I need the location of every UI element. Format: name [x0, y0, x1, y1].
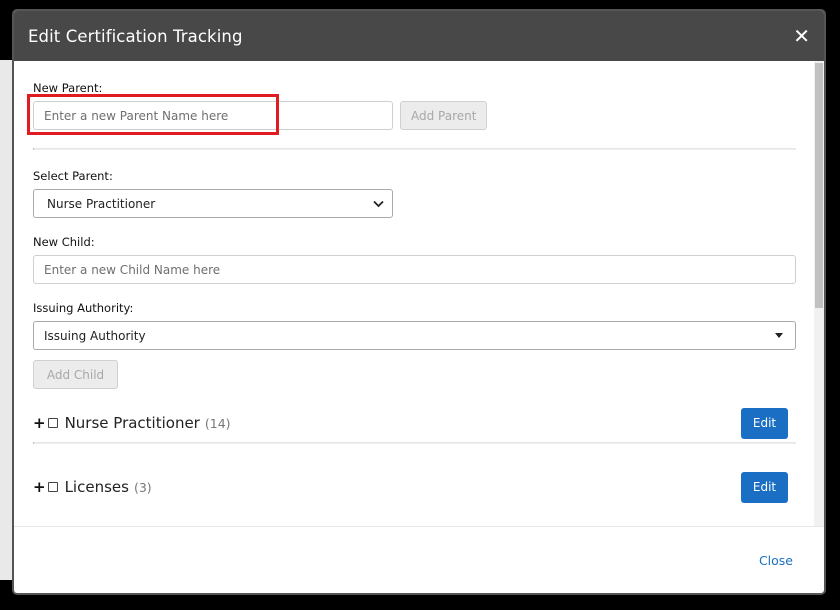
new-parent-section: New Parent: Add Parent [33, 61, 796, 130]
modal-scrollbar[interactable] [814, 61, 824, 526]
new-parent-input[interactable] [33, 101, 393, 130]
edit-button[interactable]: Edit [741, 407, 788, 439]
select-parent-dropdown[interactable]: Nurse Practitioner [33, 189, 393, 218]
tree-item-licenses: + Licenses (3) Edit [33, 468, 796, 506]
tree-item-checkbox[interactable] [47, 418, 58, 428]
new-child-input[interactable] [33, 255, 796, 284]
close-button[interactable]: Close [759, 553, 793, 568]
close-icon[interactable]: ✕ [793, 26, 810, 46]
issuing-authority-section: Issuing Authority: Issuing Authority Add… [33, 284, 796, 389]
tree-item-count: (3) [133, 479, 152, 495]
new-child-section: New Child: [33, 218, 796, 284]
edit-certification-modal: Edit Certification Tracking ✕ New Parent… [14, 11, 824, 593]
tree-item-nurse-practitioner: + Nurse Practitioner (14) Edit [33, 404, 796, 442]
add-parent-button[interactable]: Add Parent [400, 101, 488, 130]
modal-title: Edit Certification Tracking [28, 26, 243, 46]
background-page-edge [0, 60, 14, 580]
modal-header: Edit Certification Tracking ✕ [14, 11, 824, 61]
issuing-authority-value: Issuing Authority [44, 328, 146, 343]
tree-item-count: (14) [204, 415, 231, 431]
select-parent-value: Nurse Practitioner [47, 196, 156, 211]
tree-divider [33, 442, 796, 444]
plus-icon[interactable]: + [33, 414, 46, 432]
tree-item-name: Nurse Practitioner [64, 414, 200, 432]
select-parent-label: Select Parent: [33, 169, 113, 183]
tree-item-name: Licenses [64, 478, 129, 496]
add-child-button[interactable]: Add Child [33, 360, 118, 389]
issuing-authority-dropdown[interactable]: Issuing Authority [33, 321, 796, 350]
new-child-label: New Child: [33, 235, 95, 249]
issuing-authority-label: Issuing Authority: [33, 301, 134, 315]
select-parent-section: Select Parent: Nurse Practitioner [33, 150, 796, 218]
new-parent-label: New Parent: [33, 81, 103, 95]
edit-button[interactable]: Edit [741, 471, 788, 503]
certification-tree: + Nurse Practitioner (14) Edit + License… [33, 389, 796, 506]
tree-item-checkbox[interactable] [47, 482, 58, 492]
caret-down-icon [775, 333, 783, 338]
modal-body: New Parent: Add Parent Select Parent: Nu… [14, 61, 824, 526]
modal-footer: Close [14, 526, 824, 593]
plus-icon[interactable]: + [33, 478, 46, 496]
chevron-down-icon [373, 200, 384, 207]
scrollbar-thumb[interactable] [815, 63, 823, 308]
